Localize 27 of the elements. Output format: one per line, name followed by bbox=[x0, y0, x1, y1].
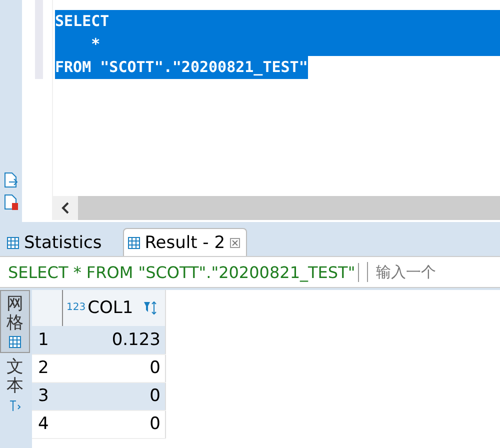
type-label: 123 bbox=[66, 302, 86, 313]
table-icon bbox=[128, 236, 140, 248]
table-cell: 0 bbox=[62, 410, 165, 438]
filter-sort-icon[interactable] bbox=[142, 301, 156, 315]
code-line: SELECT bbox=[55, 12, 110, 30]
row-number: 1 bbox=[32, 326, 62, 354]
column-header[interactable]: COL1 bbox=[88, 298, 134, 318]
code-line: * bbox=[90, 35, 100, 53]
text-view-icon bbox=[9, 400, 21, 412]
result-tab[interactable]: Result - 2 bbox=[122, 228, 248, 256]
close-icon[interactable] bbox=[230, 238, 240, 248]
table-cell: 0 bbox=[62, 354, 165, 382]
table-icon bbox=[9, 336, 21, 348]
table-cell: 0 bbox=[62, 382, 165, 410]
view-tab[interactable]: 文本 bbox=[0, 353, 30, 417]
row-number: 3 bbox=[32, 382, 62, 410]
table-icon bbox=[7, 236, 19, 248]
document-error-icon[interactable] bbox=[4, 194, 18, 210]
view-tab[interactable]: 网格 bbox=[0, 290, 30, 354]
document-arrow-icon[interactable] bbox=[4, 172, 18, 188]
table-cell: 0.123 bbox=[62, 326, 165, 354]
row-number: 4 bbox=[32, 410, 62, 438]
scroll-left-button[interactable] bbox=[52, 196, 78, 220]
result-tab[interactable]: Statistics bbox=[2, 228, 109, 256]
query-text: SELECT * FROM "SCOTT"."20200821_TEST" bbox=[8, 262, 360, 282]
chevron-left-icon bbox=[60, 202, 70, 214]
row-number: 2 bbox=[32, 354, 62, 382]
